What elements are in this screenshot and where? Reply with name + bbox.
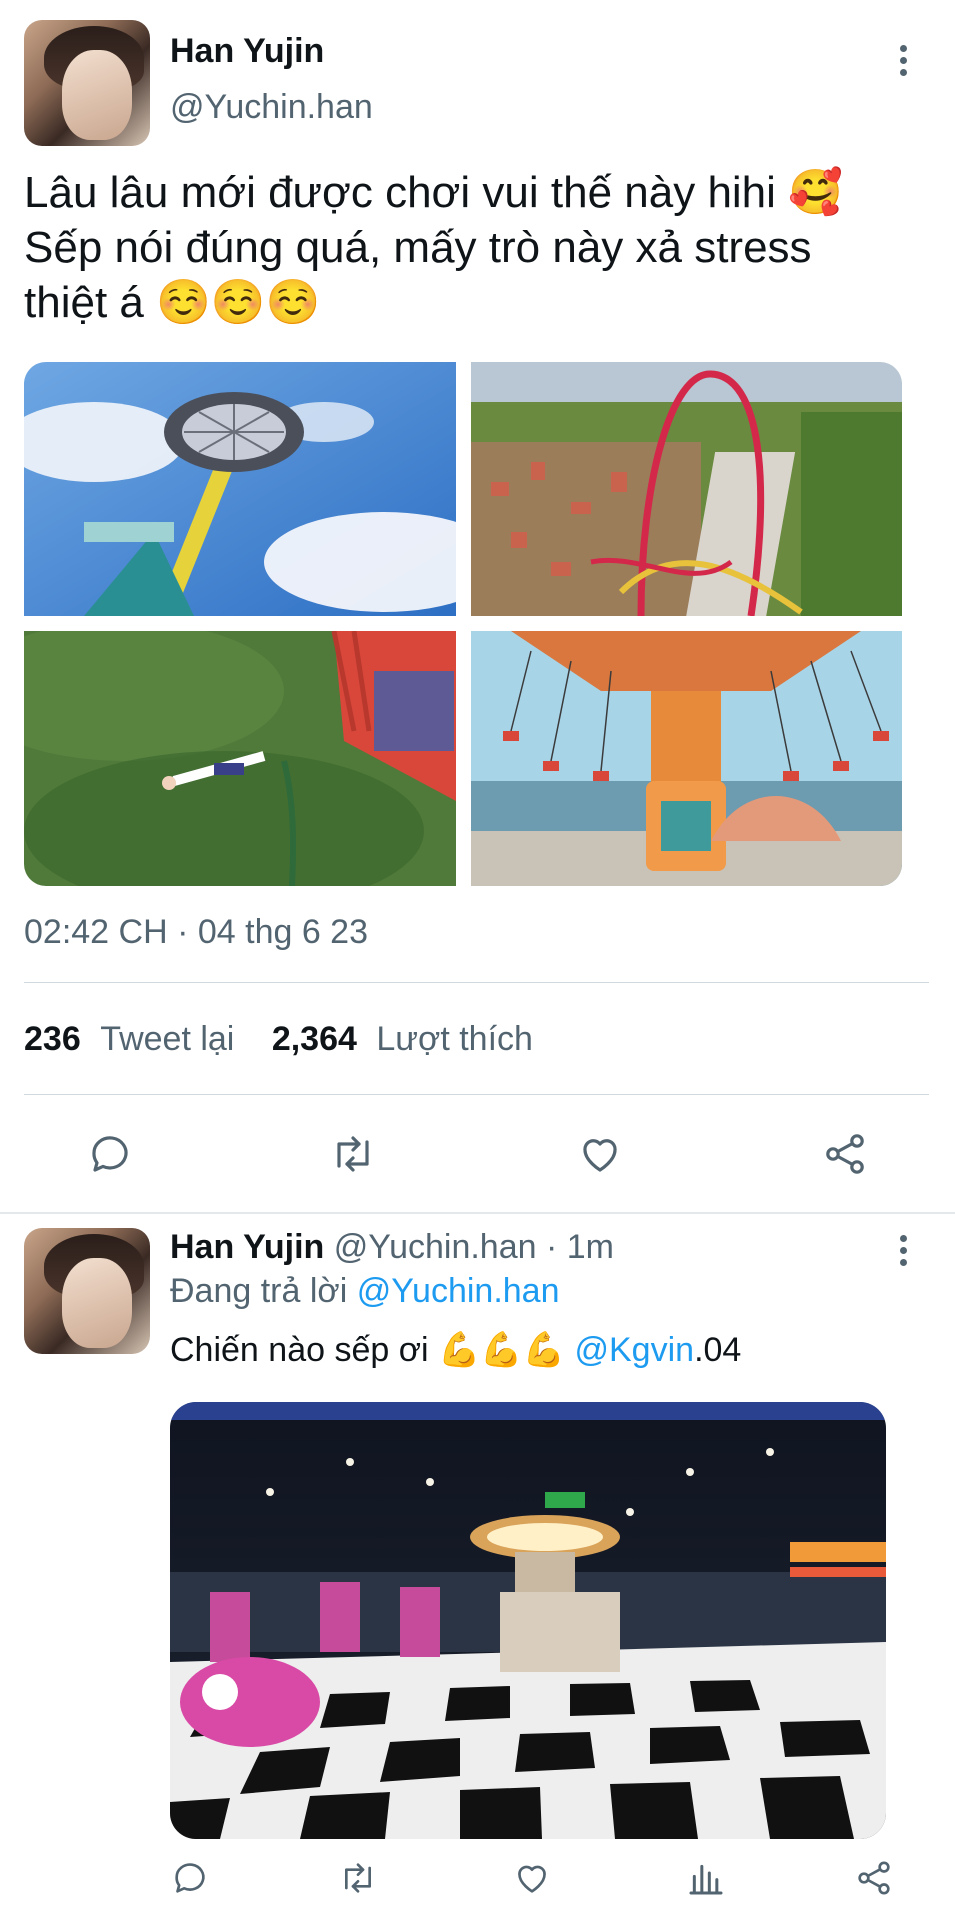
reply-header: Han Yujin @Yuchin.han · 1m bbox=[170, 1228, 614, 1267]
retweets-count[interactable]: 236 bbox=[24, 1020, 81, 1058]
reply-like-icon[interactable] bbox=[512, 1858, 552, 1898]
reply-retweet-icon[interactable] bbox=[336, 1858, 380, 1898]
tweet-stats: 236 Tweet lại 2,364 Lượt thích bbox=[24, 1020, 533, 1059]
share-icon[interactable] bbox=[820, 1130, 870, 1178]
reply-author-handle[interactable]: @Yuchin.han bbox=[334, 1228, 537, 1266]
reply-share-icon[interactable] bbox=[854, 1858, 894, 1898]
retweet-icon[interactable] bbox=[327, 1130, 379, 1178]
author-handle[interactable]: @Yuchin.han bbox=[170, 88, 373, 127]
like-icon[interactable] bbox=[576, 1130, 624, 1178]
more-options-icon[interactable] bbox=[891, 45, 915, 81]
tweet-text: Lâu lâu mới được chơi vui thế này hihi 🥰… bbox=[24, 165, 944, 330]
divider bbox=[24, 982, 929, 983]
divider bbox=[24, 1094, 929, 1095]
tweet-text-line-3: thiệt á ☺️☺️☺️ bbox=[24, 278, 321, 327]
photo-swing-ride[interactable] bbox=[24, 362, 456, 616]
avatar[interactable] bbox=[24, 20, 150, 146]
reply-author-name[interactable]: Han Yujin bbox=[170, 1228, 324, 1266]
replying-to-handle[interactable]: @Yuchin.han bbox=[357, 1272, 560, 1310]
tweet-timestamp[interactable]: 02:42 CH · 04 thg 6 23 bbox=[24, 913, 368, 952]
likes-label[interactable]: Lượt thích bbox=[376, 1020, 533, 1058]
reply-time[interactable]: · 1m bbox=[546, 1228, 614, 1266]
author-name[interactable]: Han Yujin bbox=[170, 32, 324, 71]
tweet-text-line-2: Sếp nói đúng quá, mấy trò này xả stress bbox=[24, 223, 812, 272]
analytics-icon[interactable] bbox=[686, 1858, 726, 1898]
retweets-label[interactable]: Tweet lại bbox=[100, 1020, 234, 1058]
reply-avatar[interactable] bbox=[24, 1228, 150, 1354]
reply-reply-icon[interactable] bbox=[170, 1858, 210, 1898]
reply-photo-arcade[interactable] bbox=[170, 1402, 886, 1839]
likes-count[interactable]: 2,364 bbox=[272, 1020, 357, 1058]
reply-text: Chiến nào sếp ơi 💪💪💪 @Kgvin.04 bbox=[170, 1330, 741, 1370]
reply-text-body: Chiến nào sếp ơi 💪💪💪 bbox=[170, 1331, 566, 1369]
section-divider bbox=[0, 1212, 955, 1214]
reply-more-options-icon[interactable] bbox=[891, 1235, 915, 1271]
replying-to: Đang trả lời @Yuchin.han bbox=[170, 1272, 560, 1311]
photo-bungee-jump[interactable] bbox=[24, 631, 456, 886]
photo-chair-swing-carousel[interactable] bbox=[471, 631, 902, 886]
tweet-text-line-1: Lâu lâu mới được chơi vui thế này hihi 🥰 bbox=[24, 168, 843, 217]
mention-suffix: .04 bbox=[694, 1331, 742, 1369]
replying-to-label: Đang trả lời bbox=[170, 1272, 348, 1310]
photo-roller-coaster[interactable] bbox=[471, 362, 902, 616]
reply-icon[interactable] bbox=[86, 1130, 134, 1178]
mention-link[interactable]: @Kgvin bbox=[574, 1331, 694, 1369]
